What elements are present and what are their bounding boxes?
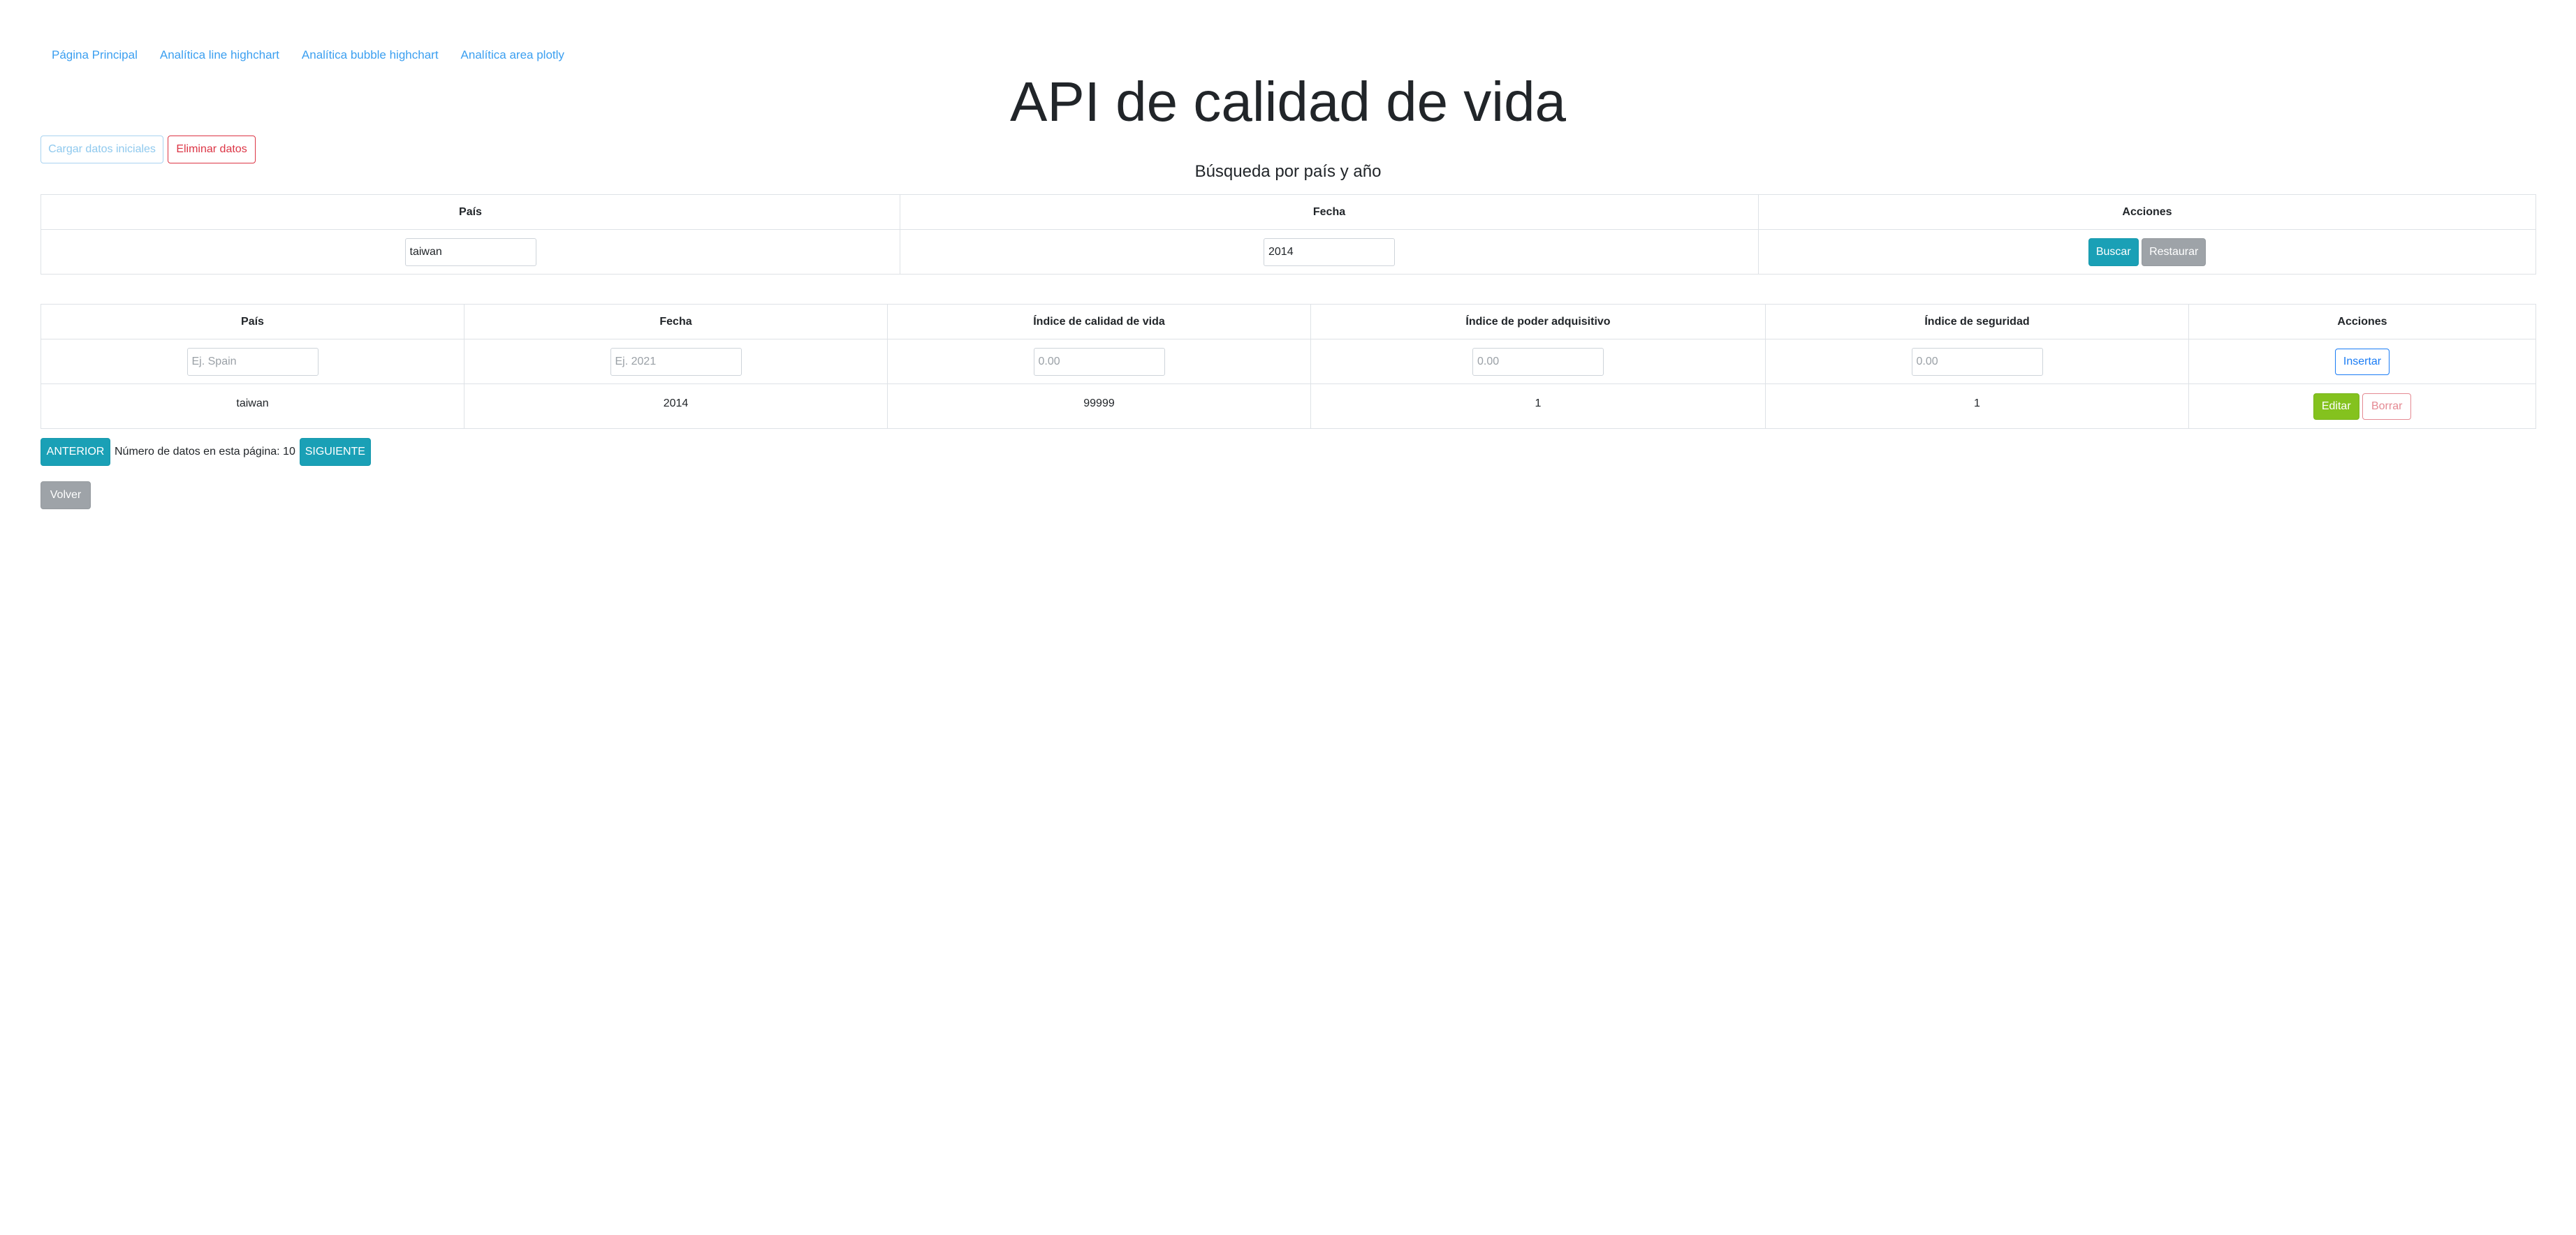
nav-link-line-highchart[interactable]: Analítica line highchart <box>149 45 291 66</box>
reset-button[interactable]: Restaurar <box>2142 238 2207 266</box>
new-quality-index-input[interactable] <box>1033 347 1165 376</box>
edit-button[interactable]: Editar <box>2313 393 2359 420</box>
search-row: Buscar Restaurar <box>41 229 2536 275</box>
header-country: País <box>41 304 464 339</box>
search-heading: Búsqueda por país y año <box>1194 162 1382 181</box>
previous-page-button[interactable]: ANTERIOR <box>41 438 110 466</box>
nav-link-bubble-highchart[interactable]: Analítica bubble highchart <box>291 45 450 66</box>
search-header-row: País Fecha Acciones <box>41 194 2536 230</box>
next-page-button[interactable]: SIGUIENTE <box>299 438 371 466</box>
header-actions: Acciones <box>2188 304 2536 339</box>
table-row: taiwan 2014 99999 1 1 Editar Borrar <box>41 383 2536 429</box>
search-button[interactable]: Buscar <box>2088 238 2139 266</box>
table-header-row: País Fecha Índice de calidad de vida Índ… <box>41 304 2536 339</box>
nav-link-area-plotly[interactable]: Analítica area plotly <box>450 45 576 66</box>
insert-row: Insertar <box>41 339 2536 384</box>
header-safety-index: Índice de seguridad <box>1765 304 2189 339</box>
new-year-input[interactable] <box>610 347 742 376</box>
page-count-text: Número de datos en esta página: 10 <box>115 446 295 458</box>
cell-safety-index: 1 <box>1765 383 2189 429</box>
cell-purchasing-index: 1 <box>1310 383 1766 429</box>
header-quality-index: Índice de calidad de vida <box>887 304 1311 339</box>
search-table: País Fecha Acciones Buscar Restaurar <box>41 194 2536 275</box>
search-country-input[interactable] <box>404 238 536 266</box>
header-purchasing-index: Índice de poder adquisitivo <box>1310 304 1766 339</box>
search-header-country: País <box>41 194 900 230</box>
top-nav: Página Principal Analítica line highchar… <box>41 45 576 66</box>
nav-link-home[interactable]: Página Principal <box>41 45 149 66</box>
new-country-input[interactable] <box>186 347 319 376</box>
cell-year: 2014 <box>464 383 888 429</box>
insert-button[interactable]: Insertar <box>2335 348 2390 375</box>
cell-country: taiwan <box>41 383 464 429</box>
search-header-actions: Acciones <box>1758 194 2536 230</box>
delete-row-button[interactable]: Borrar <box>2362 393 2412 420</box>
new-safety-index-input[interactable] <box>1911 347 2043 376</box>
pagination: ANTERIOR Número de datos en esta página:… <box>41 438 371 466</box>
header-year: Fecha <box>464 304 888 339</box>
back-button[interactable]: Volver <box>41 481 91 509</box>
search-year-input[interactable] <box>1264 238 1395 266</box>
search-header-year: Fecha <box>900 194 1759 230</box>
cell-quality-index: 99999 <box>887 383 1311 429</box>
page-title: API de calidad de vida <box>1009 71 1567 133</box>
new-purchasing-index-input[interactable] <box>1472 347 1604 376</box>
data-table: País Fecha Índice de calidad de vida Índ… <box>41 304 2536 429</box>
